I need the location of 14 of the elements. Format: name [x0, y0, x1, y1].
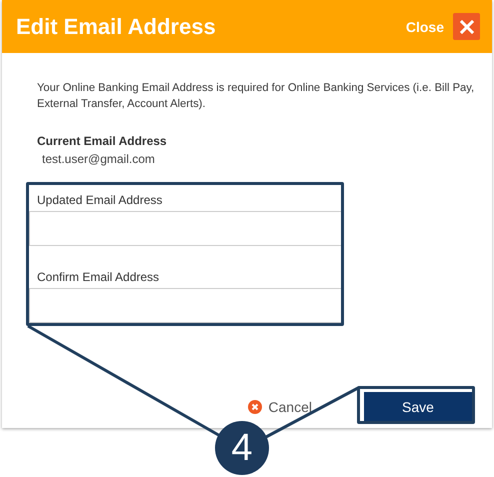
email-input-field[interactable] — [29, 288, 343, 323]
current-email-label: Current Email Address — [37, 134, 168, 148]
field-label: Updated Email Address — [36, 192, 164, 209]
save-button[interactable]: Save — [364, 392, 472, 422]
cancel-button[interactable]: Cancel — [248, 399, 312, 415]
dialog-title: Edit Email Address — [16, 14, 217, 40]
intro-text: Your Online Banking Email Address is required for Online Banking Services (i.e. Bill Pay, External Transfer, Account Alerts). — [37, 81, 476, 112]
step-badge: 4 — [215, 421, 269, 475]
email-input-field[interactable] — [29, 211, 343, 246]
close-button[interactable] — [453, 13, 480, 40]
close-icon — [460, 20, 474, 34]
cancel-icon — [248, 400, 262, 414]
field-label: Confirm Email Address — [36, 269, 160, 286]
current-email-value: test.user@gmail.com — [42, 152, 156, 166]
